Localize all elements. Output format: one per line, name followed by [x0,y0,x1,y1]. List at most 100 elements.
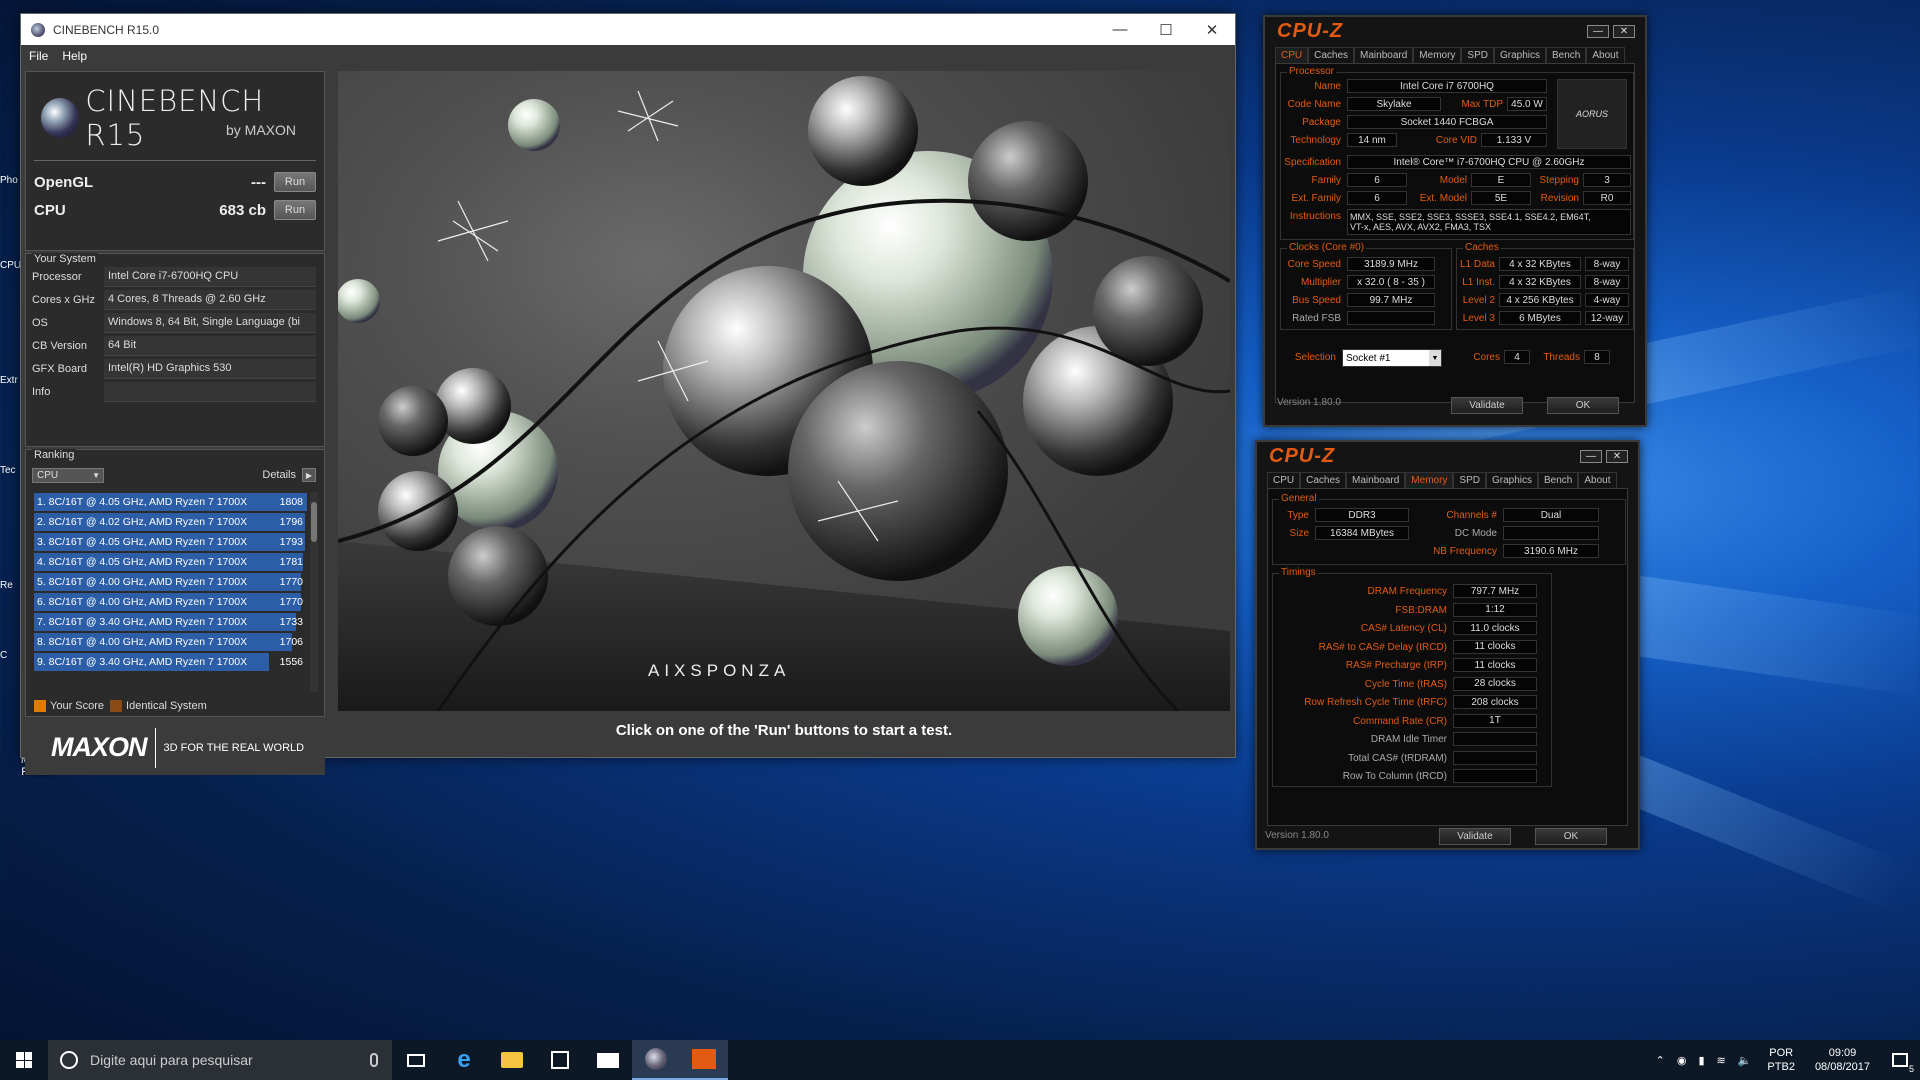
taskbar-mail[interactable] [584,1040,632,1080]
cinebench-titlebar[interactable]: CINEBENCH R15.0 — ☐ ✕ [21,14,1235,45]
ranking-row[interactable]: 8. 8C/16T @ 4.00 GHz, AMD Ryzen 7 1700X 1… [34,632,307,652]
timing-label: Row To Column (tRCD) [1342,771,1447,782]
timings-group: Timings DRAM Frequency 797.7 MHz FSB:DRAM 1… [1272,567,1552,787]
taskbar-search[interactable]: Digite aqui para pesquisar [48,1040,392,1080]
tab-cpu[interactable]: CPU [1267,472,1301,488]
task-view-button[interactable] [392,1040,440,1080]
corevid-field: 1.133 V [1481,133,1547,147]
ranking-scrollbar[interactable] [310,492,318,692]
tab-caches[interactable]: Caches [1300,472,1347,488]
tab-graphics[interactable]: Graphics [1485,472,1538,488]
cpuz-version: Version 1.80.0 [1277,397,1341,408]
opengl-run-button[interactable]: Run [274,172,316,192]
language-indicator[interactable]: POR PTB2 [1767,1046,1795,1074]
tab-memory[interactable]: Memory [1413,47,1462,63]
tab-about[interactable]: About [1586,47,1625,63]
caches-group: Caches L1 Data 4 x 32 KBytes 8-way L1 In… [1456,242,1634,330]
tab-mainboard[interactable]: Mainboard [1354,47,1414,63]
close-button[interactable]: ✕ [1189,14,1235,45]
maximize-button[interactable]: ☐ [1143,14,1189,45]
taskbar-cpuz[interactable] [680,1040,728,1080]
ranking-score: 1781 [279,556,303,568]
taskbar-cinebench[interactable] [632,1040,680,1080]
ranking-score: 1706 [279,636,303,648]
taskbar-explorer[interactable] [488,1040,536,1080]
wifi-icon[interactable]: ≋ [1717,1054,1726,1067]
timing-label: FSB:DRAM [1395,604,1447,616]
l2-label: Level 2 [1462,295,1495,306]
start-button[interactable] [0,1040,48,1080]
tab-memory[interactable]: Memory [1405,472,1454,488]
tab-bench[interactable]: Bench [1538,472,1579,488]
ranking-label: 5. 8C/16T @ 4.00 GHz, AMD Ryzen 7 1700X [37,576,248,588]
ranking-row[interactable]: 7. 8C/16T @ 3.40 GHz, AMD Ryzen 7 1700X 1… [34,612,307,632]
validate-button[interactable]: Validate [1439,828,1511,845]
chevron-up-icon[interactable]: ⌃ [1656,1054,1665,1067]
tab-bench[interactable]: Bench [1546,47,1587,63]
menu-file[interactable]: File [29,49,48,63]
cpu-label: CPU [34,201,66,219]
tab-caches[interactable]: Caches [1308,47,1355,63]
ranking-score: 1770 [279,576,303,588]
nbfreq-field: 3190.6 MHz [1503,544,1599,558]
close-button[interactable]: ✕ [1613,24,1635,38]
multiplier-label: Multiplier [1300,277,1341,288]
tab-mainboard[interactable]: Mainboard [1346,472,1406,488]
system-row: CB Version 64 Bit [32,335,316,357]
cpuz-version: Version 1.80.0 [1265,830,1329,841]
lang-primary: POR [1769,1047,1794,1059]
cpu-score: 683 cb [219,201,266,219]
tab-cpu[interactable]: CPU [1275,47,1309,63]
ratedfsb-field [1347,311,1435,325]
cores-field: 4 [1504,350,1530,364]
cpu-run-button[interactable]: Run [274,200,316,220]
ranking-row[interactable]: 3. 8C/16T @ 4.05 GHz, AMD Ryzen 7 1700X 1… [34,532,307,552]
validate-button[interactable]: Validate [1451,397,1523,414]
tab-spd[interactable]: SPD [1453,472,1486,488]
socket-select[interactable]: Socket #1 ▼ [1342,349,1442,367]
ok-button[interactable]: OK [1535,828,1607,845]
clock[interactable]: 09:09 08/08/2017 [1815,1046,1870,1074]
ranking-row[interactable]: 9. 8C/16T @ 3.40 GHz, AMD Ryzen 7 1700X 1… [34,652,307,672]
group-title: Processor [1287,66,1337,77]
volume-icon[interactable]: 🔈 [1738,1054,1752,1067]
dcmode-field [1503,526,1599,540]
tab-graphics[interactable]: Graphics [1493,47,1546,63]
tab-about[interactable]: About [1578,472,1617,488]
taskbar-store[interactable] [536,1040,584,1080]
minimize-button[interactable]: — [1587,24,1609,38]
render-image [338,71,1230,711]
battery-icon[interactable]: ▮ [1698,1054,1704,1067]
cpuz-titlebar[interactable]: CPU-Z — ✕ [1257,442,1638,470]
ranking-row[interactable]: 2. 8C/16T @ 4.02 GHz, AMD Ryzen 7 1700X 1… [34,512,307,532]
multiplier-field: x 32.0 ( 8 - 35 ) [1347,275,1435,289]
ranking-label: 6. 8C/16T @ 4.00 GHz, AMD Ryzen 7 1700X [37,596,248,608]
ranking-row[interactable]: 5. 8C/16T @ 4.00 GHz, AMD Ryzen 7 1700X 1… [34,572,307,592]
minimize-button[interactable]: — [1580,449,1602,463]
clock-date: 08/08/2017 [1814,1061,1870,1073]
menu-help[interactable]: Help [62,49,87,63]
microphone-icon[interactable] [370,1053,378,1067]
close-button[interactable]: ✕ [1606,449,1628,463]
ok-button[interactable]: OK [1547,397,1619,414]
system-key: Cores x GHz [32,294,95,306]
ranking-row[interactable]: 6. 8C/16T @ 4.00 GHz, AMD Ryzen 7 1700X 1… [34,592,307,612]
cpuz-titlebar[interactable]: CPU-Z — ✕ [1265,17,1645,45]
timing-label: Cycle Time (tRAS) [1364,678,1447,690]
legend-your-score: Your Score [50,700,105,712]
system-key: OS [32,317,48,329]
record-icon[interactable]: ◉ [1677,1054,1687,1067]
scrollbar-thumb[interactable] [311,502,317,542]
taskbar-edge[interactable]: e [440,1040,488,1080]
clocks-group: Clocks (Core #0) Core Speed 3189.9 MHz M… [1280,242,1452,330]
system-value: Intel Core i7-6700HQ CPU [104,267,316,287]
ranking-type-select[interactable]: CPU ▼ [32,467,104,483]
timing-label: DRAM Frequency [1367,586,1447,597]
ranking-row[interactable]: 1. 8C/16T @ 4.05 GHz, AMD Ryzen 7 1700X 1… [34,492,307,512]
timing-label: Total CAS# (tRDRAM) [1348,752,1447,764]
details-button[interactable]: Details ▶ [262,468,316,482]
tab-spd[interactable]: SPD [1461,47,1494,63]
action-center-button[interactable]: 5 [1880,1040,1920,1080]
ranking-row[interactable]: 4. 8C/16T @ 4.05 GHz, AMD Ryzen 7 1700X 1… [34,552,307,572]
minimize-button[interactable]: — [1097,14,1143,45]
